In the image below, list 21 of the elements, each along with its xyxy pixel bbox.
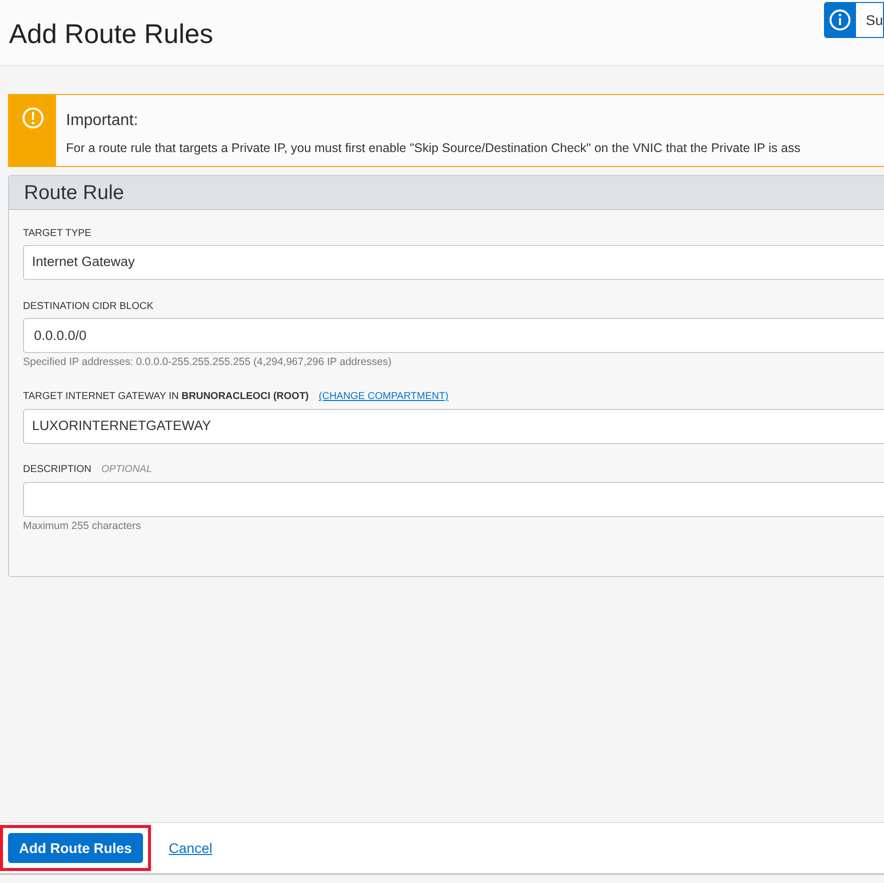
- input-field[interactable]: [23, 482, 884, 517]
- add-route-rules-button[interactable]: Add Route Rules: [8, 833, 143, 863]
- page-title: Add Route Rules: [9, 18, 214, 51]
- select-field[interactable]: LUXORINTERNETGATEWAY: [23, 408, 884, 444]
- input-field[interactable]: 0.0.0.0/0: [23, 318, 884, 353]
- alert-message: For a route rule that targets a Private IP, you must first enable "Skip Source/Destination Check" on the VNIC that the Private IP is ass: [66, 140, 800, 157]
- alert-title: Important:: [66, 111, 140, 131]
- help-text: Maximum 255 characters: [23, 518, 142, 534]
- field-label: DESCRIPTION: [23, 463, 92, 478]
- field-label: TARGET INTERNET GATEWAY IN BRUNORACLEOCI (ROOT): [23, 390, 309, 404]
- info-icon: [829, 9, 852, 31]
- warning-icon: [22, 107, 44, 129]
- field-label: TARGET TYPE: [23, 226, 92, 240]
- info-button[interactable]: Su: [824, 2, 884, 38]
- field-label: DESTINATION CIDR BLOCK: [23, 300, 154, 314]
- help-text: Specified IP addresses: 0.0.0.0-255.255.255.255 (4,294,967,296 IP addresses): [23, 355, 393, 370]
- optional-label: OPTIONAL: [101, 463, 152, 478]
- cancel-link[interactable]: Cancel: [168, 838, 212, 858]
- select-field[interactable]: Internet Gateway: [23, 245, 884, 280]
- change-compartment-link[interactable]: (CHANGE COMPARTMENT): [318, 389, 448, 404]
- panel-title: Route Rule: [24, 180, 124, 206]
